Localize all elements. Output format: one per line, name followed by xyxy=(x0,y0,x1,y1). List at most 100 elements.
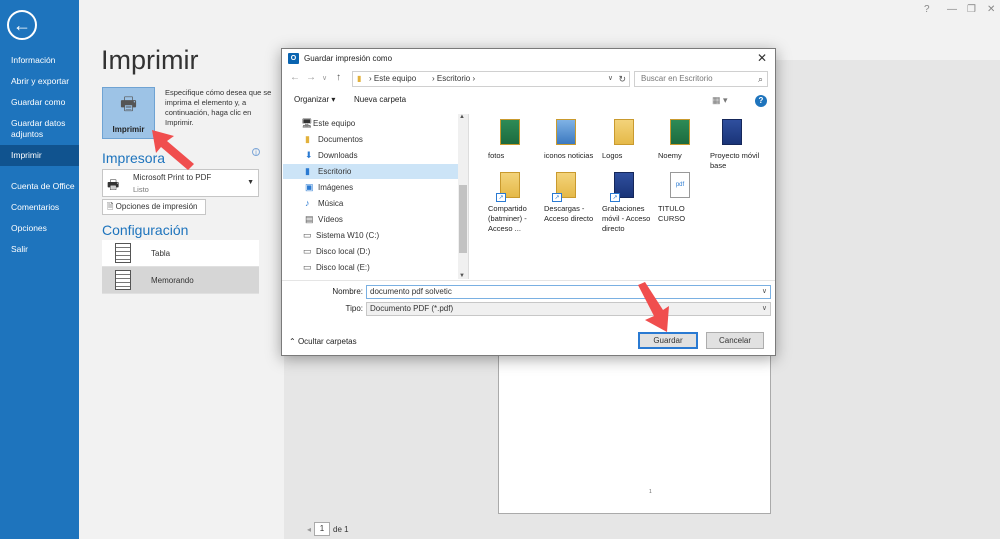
save-button[interactable]: Guardar xyxy=(638,332,698,349)
print-description: Especifique cómo desea que se imprima el… xyxy=(165,88,272,127)
chevron-down-icon[interactable]: ∨ xyxy=(762,286,767,298)
tree-item-videos[interactable]: ▤ Vídeos xyxy=(283,212,459,227)
filename-label: Nombre: xyxy=(332,287,363,296)
memo-style-icon xyxy=(115,270,131,290)
up-arrow-icon[interactable]: ↑ xyxy=(336,72,341,83)
video-icon: ▤ xyxy=(305,214,314,224)
drive-icon: ▭ xyxy=(303,262,312,272)
filetype-row: Tipo: Documento PDF (*.pdf) ∨ xyxy=(282,302,777,316)
tree-item-disco-d[interactable]: ▭ Disco local (D:) xyxy=(283,244,459,259)
tree-item-escritorio[interactable]: ▮ Escritorio xyxy=(283,164,459,179)
filetype-select[interactable]: Documento PDF (*.pdf) ∨ xyxy=(366,302,771,316)
nav-item-guardar-adjuntos[interactable]: Guardar datos adjuntos xyxy=(0,113,79,145)
drive-icon: ▭ xyxy=(303,230,312,240)
file-item-noemy[interactable]: Noemy xyxy=(658,119,710,161)
style-label: Memorando xyxy=(151,276,194,285)
tree-item-disco-e[interactable]: ▭ Disco local (E:) xyxy=(283,260,459,275)
file-item-grabaciones[interactable]: ↗ Grabaciones móvil - Acceso directo xyxy=(602,172,654,234)
organize-button[interactable]: Organizar ▾ xyxy=(294,95,335,104)
filename-input[interactable]: documento pdf solvetic ∨ xyxy=(366,285,771,299)
page-total: de 1 xyxy=(333,524,349,534)
folder-icon xyxy=(670,119,700,147)
file-item-titulo-curso[interactable]: pdf TITULO CURSO xyxy=(658,172,710,224)
print-button[interactable]: 🖶 Imprimir xyxy=(102,87,155,139)
shortcut-arrow-icon: ↗ xyxy=(552,193,562,202)
refresh-icon[interactable]: ↻ xyxy=(618,72,626,86)
breadcrumb-segment[interactable]: › Escritorio › xyxy=(432,72,475,86)
forward-nav-icon[interactable]: → xyxy=(306,72,316,83)
desktop-folder-icon: ▮ xyxy=(305,166,310,176)
nav-item-imprimir[interactable]: Imprimir xyxy=(0,145,79,166)
filename-row: Nombre: documento pdf solvetic ∨ xyxy=(282,285,777,299)
address-bar[interactable]: ▮ › Este equipo › Escritorio › ∨ ↻ xyxy=(352,71,630,87)
tree-item-documentos[interactable]: ▮ Documentos xyxy=(283,132,459,147)
view-options-icon[interactable]: ▦ ▾ xyxy=(712,95,728,106)
restore-icon[interactable]: ❐ xyxy=(967,4,976,15)
nav-item-informacion[interactable]: Información xyxy=(0,50,79,71)
print-button-label: Imprimir xyxy=(112,125,145,134)
arrow-left-icon: ← xyxy=(13,14,31,35)
tree-item-musica[interactable]: ♪ Música xyxy=(283,196,459,211)
scroll-down-icon[interactable]: ▼ xyxy=(459,273,465,279)
print-options-button[interactable]: 🗎 Opciones de impresión xyxy=(102,199,206,215)
back-button[interactable]: ← xyxy=(7,10,37,40)
help-icon[interactable]: ? xyxy=(755,95,767,107)
nav-item-salir[interactable]: Salir xyxy=(0,239,79,260)
help-window-icon[interactable]: ? xyxy=(924,4,930,15)
file-item-compartido[interactable]: ↗ Compartido (batminer) - Acceso ... xyxy=(488,172,540,234)
save-print-dialog: O Guardar impresión como ✕ ← → ∨ ↑ ▮ › E… xyxy=(281,48,776,356)
prev-page-icon[interactable]: ◂ xyxy=(307,525,311,534)
new-folder-button[interactable]: Nueva carpeta xyxy=(354,95,406,104)
style-option-memorando[interactable]: Memorando xyxy=(102,267,259,294)
file-item-descargas[interactable]: ↗ Descargas - Acceso directo xyxy=(544,172,596,224)
printer-status: Listo xyxy=(133,185,149,194)
page-number-input[interactable]: 1 xyxy=(314,522,331,536)
folder-icon xyxy=(614,119,644,147)
tree-item-imagenes[interactable]: ▣ Imágenes xyxy=(283,180,459,195)
annotation-arrow-save xyxy=(638,282,669,332)
cancel-button[interactable]: Cancelar xyxy=(706,332,764,349)
shortcut-folder-icon: ↗ xyxy=(496,172,530,202)
tree-scrollbar[interactable]: ▲ ▼ xyxy=(458,114,468,279)
tree-item-sistema-c[interactable]: ▭ Sistema W10 (C:) xyxy=(283,228,459,243)
hide-folders-toggle[interactable]: ⌃ Ocultar carpetas xyxy=(289,337,357,346)
shortcut-arrow-icon: ↗ xyxy=(496,193,506,202)
file-item-fotos[interactable]: fotos xyxy=(488,119,540,161)
print-options-icon: 🗎 xyxy=(107,202,116,211)
chevron-down-icon[interactable]: ∨ xyxy=(762,303,767,315)
file-item-proyecto[interactable]: Proyecto móvil base xyxy=(710,119,762,171)
nav-item-comentarios[interactable]: Comentarios xyxy=(0,197,79,218)
nav-item-cuenta[interactable]: Cuenta de Office xyxy=(0,176,79,197)
nav-item-abrir-exportar[interactable]: Abrir y exportar xyxy=(0,71,79,92)
close-window-icon[interactable]: ✕ xyxy=(987,4,995,15)
info-icon[interactable]: i xyxy=(252,148,260,157)
tree-item-este-equipo[interactable]: 🖥 Este equipo xyxy=(283,116,459,131)
music-icon: ♪ xyxy=(305,198,310,208)
breadcrumb-segment[interactable]: › Este equipo xyxy=(369,72,416,86)
dialog-title: Guardar impresión como xyxy=(304,54,393,63)
nav-item-opciones[interactable]: Opciones xyxy=(0,218,79,239)
scroll-up-icon[interactable]: ▲ xyxy=(459,114,465,120)
minimize-icon[interactable]: — xyxy=(947,4,957,15)
close-icon[interactable]: ✕ xyxy=(757,51,767,65)
nav-item-guardar-como[interactable]: Guardar como xyxy=(0,92,79,113)
chevron-down-icon[interactable]: ∨ xyxy=(608,72,613,86)
nav-list: Información Abrir y exportar Guardar com… xyxy=(0,50,79,260)
pdf-file-icon: pdf xyxy=(670,172,700,200)
search-input[interactable]: Buscar en Escritorio ⌕ xyxy=(634,71,768,87)
dialog-titlebar: O Guardar impresión como ✕ xyxy=(282,49,775,68)
printer-select[interactable]: 🖶 Microsoft Print to PDF Listo ▼ xyxy=(102,169,259,197)
recent-chevron-icon[interactable]: ∨ xyxy=(322,74,327,82)
nav-separator xyxy=(0,166,79,176)
shortcut-folder-icon: ↗ xyxy=(610,172,644,202)
search-placeholder: Buscar en Escritorio xyxy=(641,74,713,83)
style-option-tabla[interactable]: Tabla xyxy=(102,240,259,267)
tree-item-downloads[interactable]: ⬇ Downloads xyxy=(283,148,459,163)
address-row: ← → ∨ ↑ ▮ › Este equipo › Escritorio › ∨… xyxy=(282,70,777,88)
file-item-logos[interactable]: Logos xyxy=(602,119,654,161)
back-nav-icon[interactable]: ← xyxy=(290,72,300,83)
annotation-arrow-print xyxy=(152,130,194,170)
printer-name: Microsoft Print to PDF xyxy=(133,173,212,182)
scroll-thumb[interactable] xyxy=(459,185,467,253)
file-item-iconos-noticias[interactable]: iconos noticias xyxy=(544,119,596,161)
